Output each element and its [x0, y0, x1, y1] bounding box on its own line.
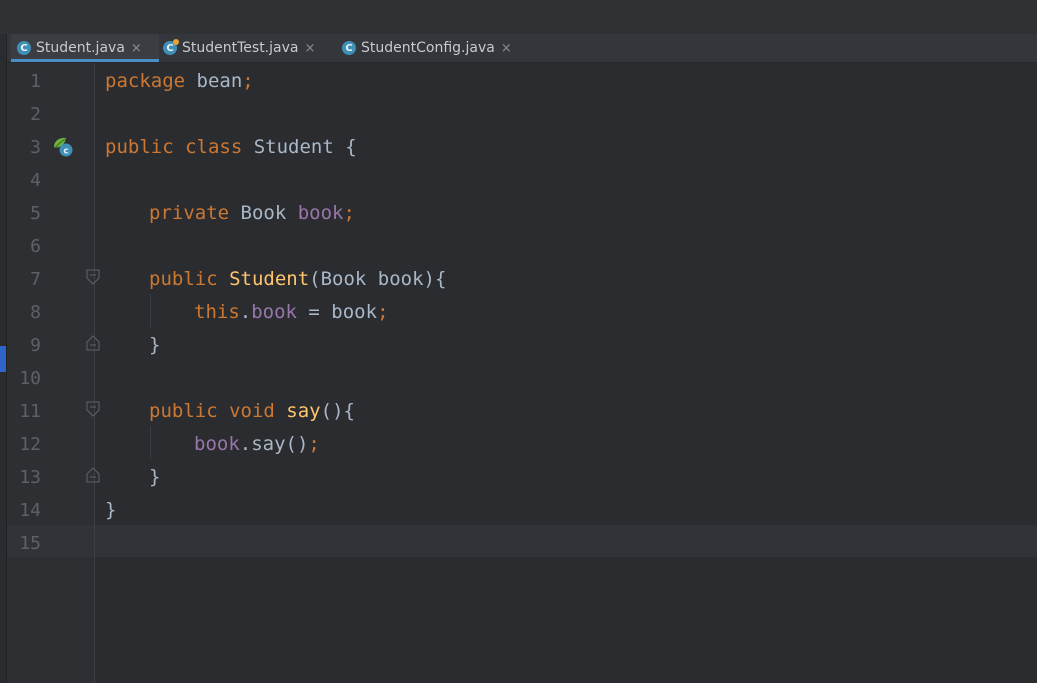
line-number: 5 — [30, 203, 41, 224]
svg-text:c: c — [63, 147, 68, 157]
fold-collapse-icon[interactable] — [86, 269, 100, 285]
indent-guide — [150, 294, 151, 327]
field-name: book — [297, 202, 344, 224]
line-number: 1 — [30, 71, 41, 92]
method-call: .say() — [239, 433, 309, 455]
dot: . — [239, 301, 252, 323]
tab-label: StudentTest.java — [182, 40, 299, 56]
assignment: = book — [296, 301, 378, 323]
title-bar — [0, 0, 1037, 35]
semicolon: ; — [308, 433, 320, 455]
gutter-divider — [94, 63, 95, 683]
keyword: package — [105, 70, 186, 92]
code-line-11: public void say(){ — [149, 395, 355, 428]
close-icon[interactable]: × — [304, 41, 315, 56]
line-number: 4 — [30, 170, 41, 191]
code-line-13: } — [149, 461, 160, 494]
tab-label: StudentConfig.java — [361, 40, 495, 56]
parameters: (){ — [320, 400, 355, 422]
keyword: public — [149, 268, 218, 290]
close-icon[interactable]: × — [131, 41, 142, 56]
line-number: 3 — [30, 137, 41, 158]
keyword: private — [149, 202, 230, 224]
tab-studentconfig-java[interactable]: C StudentConfig.java × — [342, 34, 527, 62]
method-name: say — [286, 400, 321, 422]
keyword: public void — [149, 400, 275, 422]
semicolon: ; — [377, 301, 389, 323]
line-number: 14 — [19, 500, 41, 521]
code-line-3: public class Student { — [105, 131, 357, 164]
indent-guide — [150, 426, 151, 459]
code-line-5: private Book book; — [149, 197, 355, 230]
constructor-name: Student — [229, 268, 310, 290]
fold-end-icon[interactable] — [86, 467, 100, 483]
line-number: 13 — [19, 467, 41, 488]
current-line-highlight — [7, 525, 1037, 557]
closing-brace: } — [149, 334, 161, 356]
class-icon: C — [17, 41, 31, 55]
code-line-8: this.book = book; — [194, 296, 389, 329]
fold-end-icon[interactable] — [86, 335, 100, 351]
class-declaration: Student { — [242, 136, 357, 158]
close-icon[interactable]: × — [501, 41, 512, 56]
field-name: book — [194, 433, 240, 455]
line-number: 8 — [30, 302, 41, 323]
line-number: 10 — [19, 368, 41, 389]
tab-label: Student.java — [36, 40, 125, 56]
semicolon: ; — [343, 202, 355, 224]
spring-bean-icon[interactable]: c — [51, 135, 73, 157]
closing-brace: } — [105, 499, 117, 521]
keyword: this — [194, 301, 240, 323]
tool-strip-selection[interactable] — [0, 346, 6, 372]
keyword: public class — [105, 136, 243, 158]
line-number: 7 — [30, 269, 41, 290]
line-number: 11 — [19, 401, 41, 422]
closing-brace: } — [149, 466, 161, 488]
tab-student-java[interactable]: C Student.java × — [11, 34, 159, 62]
test-class-icon: C — [163, 39, 179, 55]
code-line-7: public Student(Book book){ — [149, 263, 446, 296]
line-number: 9 — [30, 335, 41, 356]
semicolon: ; — [242, 70, 254, 92]
field-name: book — [251, 301, 297, 323]
parameters: (Book book){ — [309, 268, 447, 290]
project-tool-strip — [0, 34, 7, 683]
line-number: 2 — [30, 104, 41, 125]
editor-tab-bar: C Student.java × C StudentTest.java × C … — [7, 34, 1037, 63]
package-name: bean — [185, 70, 243, 92]
line-number: 12 — [19, 434, 41, 455]
line-number: 6 — [30, 236, 41, 257]
code-editor[interactable]: 1 2 3 4 5 6 7 8 9 10 11 12 13 14 15 c pa… — [7, 63, 1037, 683]
active-tab-indicator — [11, 59, 159, 62]
class-icon: C — [342, 41, 356, 55]
code-line-12: book.say(); — [194, 428, 320, 461]
code-line-9: } — [149, 329, 160, 362]
tab-studenttest-java[interactable]: C StudentTest.java × — [163, 34, 333, 62]
code-line-14: } — [105, 494, 116, 527]
line-number: 15 — [19, 533, 41, 554]
type-name: Book — [229, 202, 298, 224]
code-line-1: package bean; — [105, 65, 254, 98]
fold-collapse-icon[interactable] — [86, 401, 100, 417]
